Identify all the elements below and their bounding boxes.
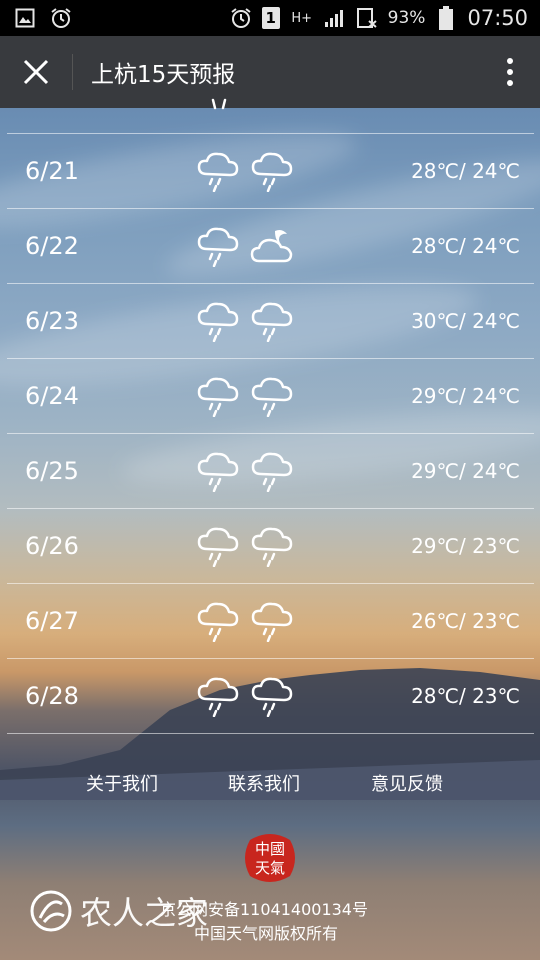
battery-percent: 93% (387, 8, 426, 28)
forecast-row-partial[interactable] (7, 98, 534, 134)
forecast-row[interactable]: 6/27 26℃/ 23℃ (7, 584, 534, 659)
status-bar: 1 H+ 93% 07:50 (0, 0, 540, 36)
forecast-temperature: 26℃/ 23℃ (411, 609, 520, 633)
battery-icon (435, 6, 457, 30)
rain-cloud-icon (197, 452, 239, 492)
weather-icons (195, 300, 295, 342)
more-options-button[interactable] (480, 36, 540, 108)
rain-cloud-icon (197, 302, 239, 342)
alarm-icon (230, 7, 252, 29)
weather-icons (195, 450, 295, 492)
sim-card-icon: 1 (261, 7, 280, 29)
forecast-date: 6/21 (25, 157, 79, 185)
rain-cloud-icon (251, 602, 293, 642)
rain-cloud-icon (251, 677, 293, 717)
rain-cloud-icon (197, 227, 239, 267)
rain-cloud-icon (251, 302, 293, 342)
rain-cloud-icon (197, 377, 239, 417)
network-type-icon: H+ (291, 10, 312, 26)
about-us-link[interactable]: 关于我们 (86, 770, 158, 796)
gallery-icon (14, 7, 36, 29)
rain-cloud-icon (197, 677, 239, 717)
forecast-date: 6/28 (25, 682, 79, 710)
watermark-text: 农人之家 (80, 894, 209, 932)
china-weather-seal-logo: 中國 天氣 (245, 834, 295, 882)
forecast-date: 6/27 (25, 607, 79, 635)
forecast-row[interactable]: 6/24 29℃/ 24℃ (7, 359, 534, 434)
forecast-date: 6/24 (25, 382, 79, 410)
close-button[interactable] (0, 36, 72, 108)
forecast-date: 6/23 (25, 307, 79, 335)
forecast-temperature: 28℃/ 24℃ (411, 159, 520, 183)
forecast-row[interactable]: 6/28 28℃/ 23℃ (7, 659, 534, 734)
rain-cloud-icon (251, 152, 293, 192)
weather-icons (195, 225, 295, 267)
forecast-temperature: 28℃/ 24℃ (411, 234, 520, 258)
forecast-row[interactable]: 6/25 29℃/ 24℃ (7, 434, 534, 509)
signal-icon (324, 7, 346, 29)
svg-text:天氣: 天氣 (255, 859, 285, 877)
forecast-list: 6/21 28℃/ 24℃ 6/22 28℃/ 24℃ 6/23 30℃/ 24℃ 6/24… (7, 98, 534, 734)
forecast-date: 6/25 (25, 457, 79, 485)
weather-icons (195, 375, 295, 417)
forecast-temperature: 29℃/ 23℃ (411, 534, 520, 558)
svg-text:中國: 中國 (255, 840, 285, 858)
forecast-date: 6/22 (25, 232, 79, 260)
forecast-temperature: 29℃/ 24℃ (411, 459, 520, 483)
close-icon[interactable] (23, 59, 49, 85)
alarm-icon (50, 7, 72, 29)
rain-cloud-icon (251, 377, 293, 417)
cloudy-night-icon (250, 230, 293, 263)
contact-us-link[interactable]: 联系我们 (228, 770, 300, 796)
more-vertical-icon[interactable] (506, 57, 514, 87)
footer-links: 关于我们 联系我们 意见反馈 (0, 770, 540, 800)
rain-cloud-icon (197, 602, 239, 642)
rain-cloud-icon (197, 527, 239, 567)
feedback-link[interactable]: 意见反馈 (371, 770, 443, 796)
forecast-row[interactable]: 6/22 28℃/ 24℃ (7, 209, 534, 284)
weather-icons (195, 600, 295, 642)
rain-cloud-icon (251, 527, 293, 567)
title-bar: 上杭15天预报 (0, 36, 540, 108)
forecast-temperature: 29℃/ 24℃ (411, 384, 520, 408)
forecast-row[interactable]: 6/26 29℃/ 23℃ (7, 509, 534, 584)
page-title: 上杭15天预报 (91, 62, 236, 88)
forecast-temperature: 28℃/ 23℃ (411, 684, 520, 708)
forecast-temperature: 30℃/ 24℃ (411, 309, 520, 333)
watermark: 农人之家 (28, 888, 208, 934)
weather-icons (195, 150, 295, 192)
rain-cloud-icon (251, 452, 293, 492)
weather-icons (195, 675, 295, 717)
forecast-date: 6/26 (25, 532, 79, 560)
forecast-row[interactable]: 6/23 30℃/ 24℃ (7, 284, 534, 359)
rain-cloud-icon (197, 152, 239, 192)
data-saver-icon (356, 7, 378, 29)
forecast-row[interactable]: 6/21 28℃/ 24℃ (7, 134, 534, 209)
watermark-logo-icon (30, 890, 72, 932)
rain-cloud-icon (211, 98, 227, 110)
clock: 07:50 (467, 6, 528, 30)
copyright-text: 中国天气网版权所有 (194, 924, 339, 943)
weather-icons (195, 525, 295, 567)
